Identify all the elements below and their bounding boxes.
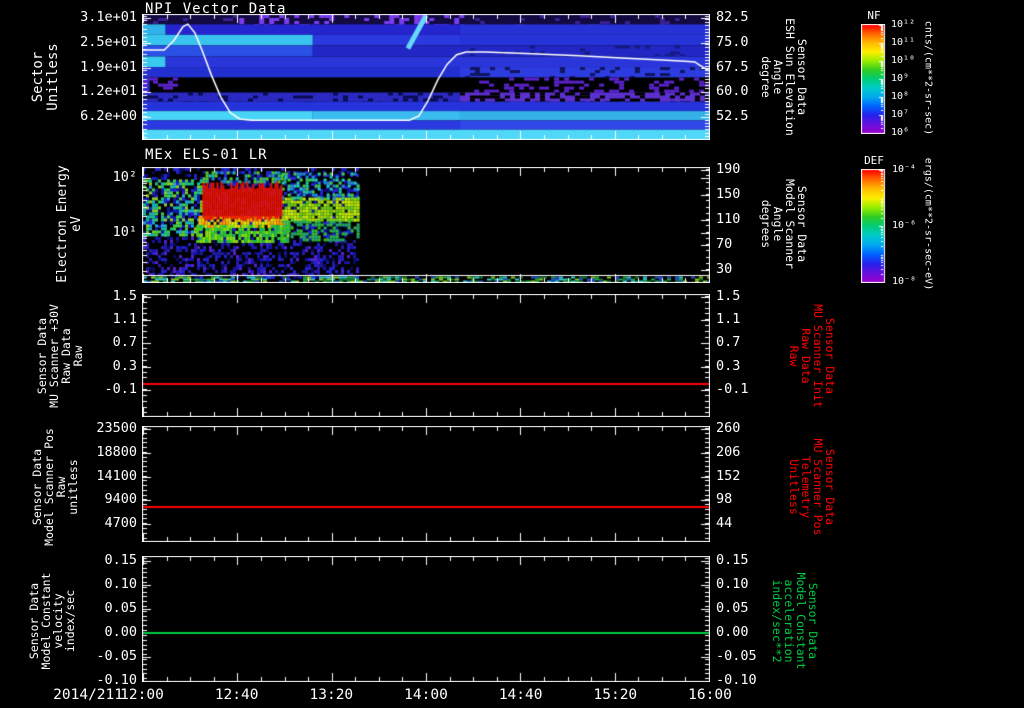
y-tick-label: -0.10: [96, 672, 137, 688]
y-tick-label: 0.05: [716, 600, 749, 616]
panel-5-plot: [142, 556, 710, 682]
x-tick-label: 14:00: [404, 687, 448, 703]
y-tick-label: 23500: [96, 420, 137, 436]
y-tick-label: 0.15: [104, 552, 137, 568]
y-tick-label: -0.05: [716, 648, 757, 664]
y-tick-label: -0.1: [104, 381, 137, 397]
panel-1-spectrogram: [142, 14, 710, 140]
y-tick-label: 1.5: [716, 288, 741, 304]
y-tick-label: 14100: [96, 468, 137, 484]
y-tick-label: 1.9e+01: [80, 59, 137, 75]
y-tick-label: -0.05: [96, 648, 137, 664]
y-tick-label: 9400: [104, 491, 137, 507]
y-tick-label: 60.0: [716, 83, 749, 99]
x-tick-label: 16:00: [688, 687, 732, 703]
y-tick-label: 1.1: [716, 311, 741, 327]
x-tick-label: 12:00: [120, 687, 164, 703]
x-tick-label: 13:20: [309, 687, 354, 703]
colorbar-def-units-label: ergs/(cm**2-sr-sec-eV): [922, 157, 934, 291]
y-tick-label: 206: [716, 444, 741, 460]
y-tick-label: 70: [716, 236, 733, 252]
y-tick-label: 75.0: [716, 34, 749, 50]
y-tick-label: 110: [716, 211, 741, 227]
y-tick-label: 0.3: [112, 358, 137, 374]
y-tick-label: 150: [716, 186, 741, 202]
y-tick-label: 0.3: [716, 358, 741, 374]
panel-4-plot: [142, 426, 710, 542]
panel-2-spectrogram: [142, 167, 710, 283]
axis-label-line: Sensor Data: [823, 448, 837, 526]
colorbar-tick-label: 10¹⁰: [891, 55, 916, 66]
x-tick-label: 14:40: [498, 687, 543, 703]
y-tick-label: 0.7: [112, 334, 137, 350]
axis-label-line: Unitless: [45, 43, 61, 111]
panel2-title: MEx ELS-01 LR: [145, 147, 268, 163]
y-tick-label: 10¹: [112, 224, 137, 240]
colorbar-tick-label: 10⁷: [891, 109, 910, 120]
y-tick-label: 0.7: [716, 334, 741, 350]
y-tick-label: 0.00: [104, 624, 137, 640]
x-tick-label: 12:40: [214, 687, 259, 703]
axis-label-line: MU Scanner Init: [811, 304, 825, 408]
y-tick-label: 44: [716, 515, 733, 531]
y-tick-label: 30: [716, 261, 733, 277]
colorbar-tick-label: 10¹¹: [891, 37, 916, 48]
colorbar-tick-label: 10⁶: [891, 127, 910, 138]
colorbar-nf-title: NF: [867, 9, 881, 22]
y-tick-label: 0.05: [104, 600, 137, 616]
panel1-left-axis-label: Sector Unitless: [30, 43, 61, 111]
colorbar-nf-units-label: cnts/(cm**2-sr-sec): [922, 20, 934, 136]
y-tick-label: 0.10: [716, 576, 749, 592]
colorbar-def: [861, 169, 889, 283]
panel-3-plot: [142, 294, 710, 417]
y-tick-label: 4700: [104, 515, 137, 531]
colorbar-tick-label: 10⁻⁴: [892, 164, 917, 175]
y-tick-label: 67.5: [716, 59, 749, 75]
axis-label-line: Sector: [30, 51, 46, 103]
colorbar-nf: [861, 24, 889, 134]
y-tick-label: 0.00: [716, 624, 749, 640]
y-tick-label: 1.1: [112, 311, 137, 327]
y-tick-label: 82.5: [716, 9, 749, 25]
y-tick-label: 1.2e+01: [80, 83, 137, 99]
axis-label-line: MU Scanner Pos: [811, 438, 825, 536]
x-tick-label: 15:20: [593, 687, 638, 703]
colorbar-tick-label: 10⁻⁶: [892, 220, 917, 231]
figure: NPI Vector Data MEx ELS-01 LR Sector Uni…: [0, 0, 1024, 708]
y-tick-label: 6.2e+00: [80, 108, 137, 124]
y-tick-label: 52.5: [716, 108, 749, 124]
axis-label-line: Sensor Data: [806, 582, 820, 660]
y-tick-label: 190: [716, 161, 741, 177]
y-tick-label: 152: [716, 468, 741, 484]
y-tick-label: 10²: [112, 169, 137, 185]
y-tick-label: 260: [716, 420, 741, 436]
y-tick-label: 18800: [96, 444, 137, 460]
y-tick-label: 0.10: [104, 576, 137, 592]
y-tick-label: -0.1: [716, 381, 749, 397]
y-tick-label: 2.5e+01: [80, 34, 137, 50]
colorbar-tick-label: 10⁹: [891, 73, 910, 84]
axis-label-line: Sensor Data: [823, 317, 837, 395]
y-tick-label: -0.10: [716, 672, 757, 688]
colorbar-def-title: DEF: [864, 154, 884, 167]
y-tick-label: 0.15: [716, 552, 749, 568]
colorbar-tick-label: 10⁻⁸: [892, 276, 917, 287]
y-tick-label: 3.1e+01: [80, 9, 137, 25]
colorbar-tick-label: 10¹²: [891, 19, 916, 30]
y-tick-label: 1.5: [112, 288, 137, 304]
colorbar-tick-label: 10⁸: [891, 91, 910, 102]
y-tick-label: 98: [716, 491, 733, 507]
